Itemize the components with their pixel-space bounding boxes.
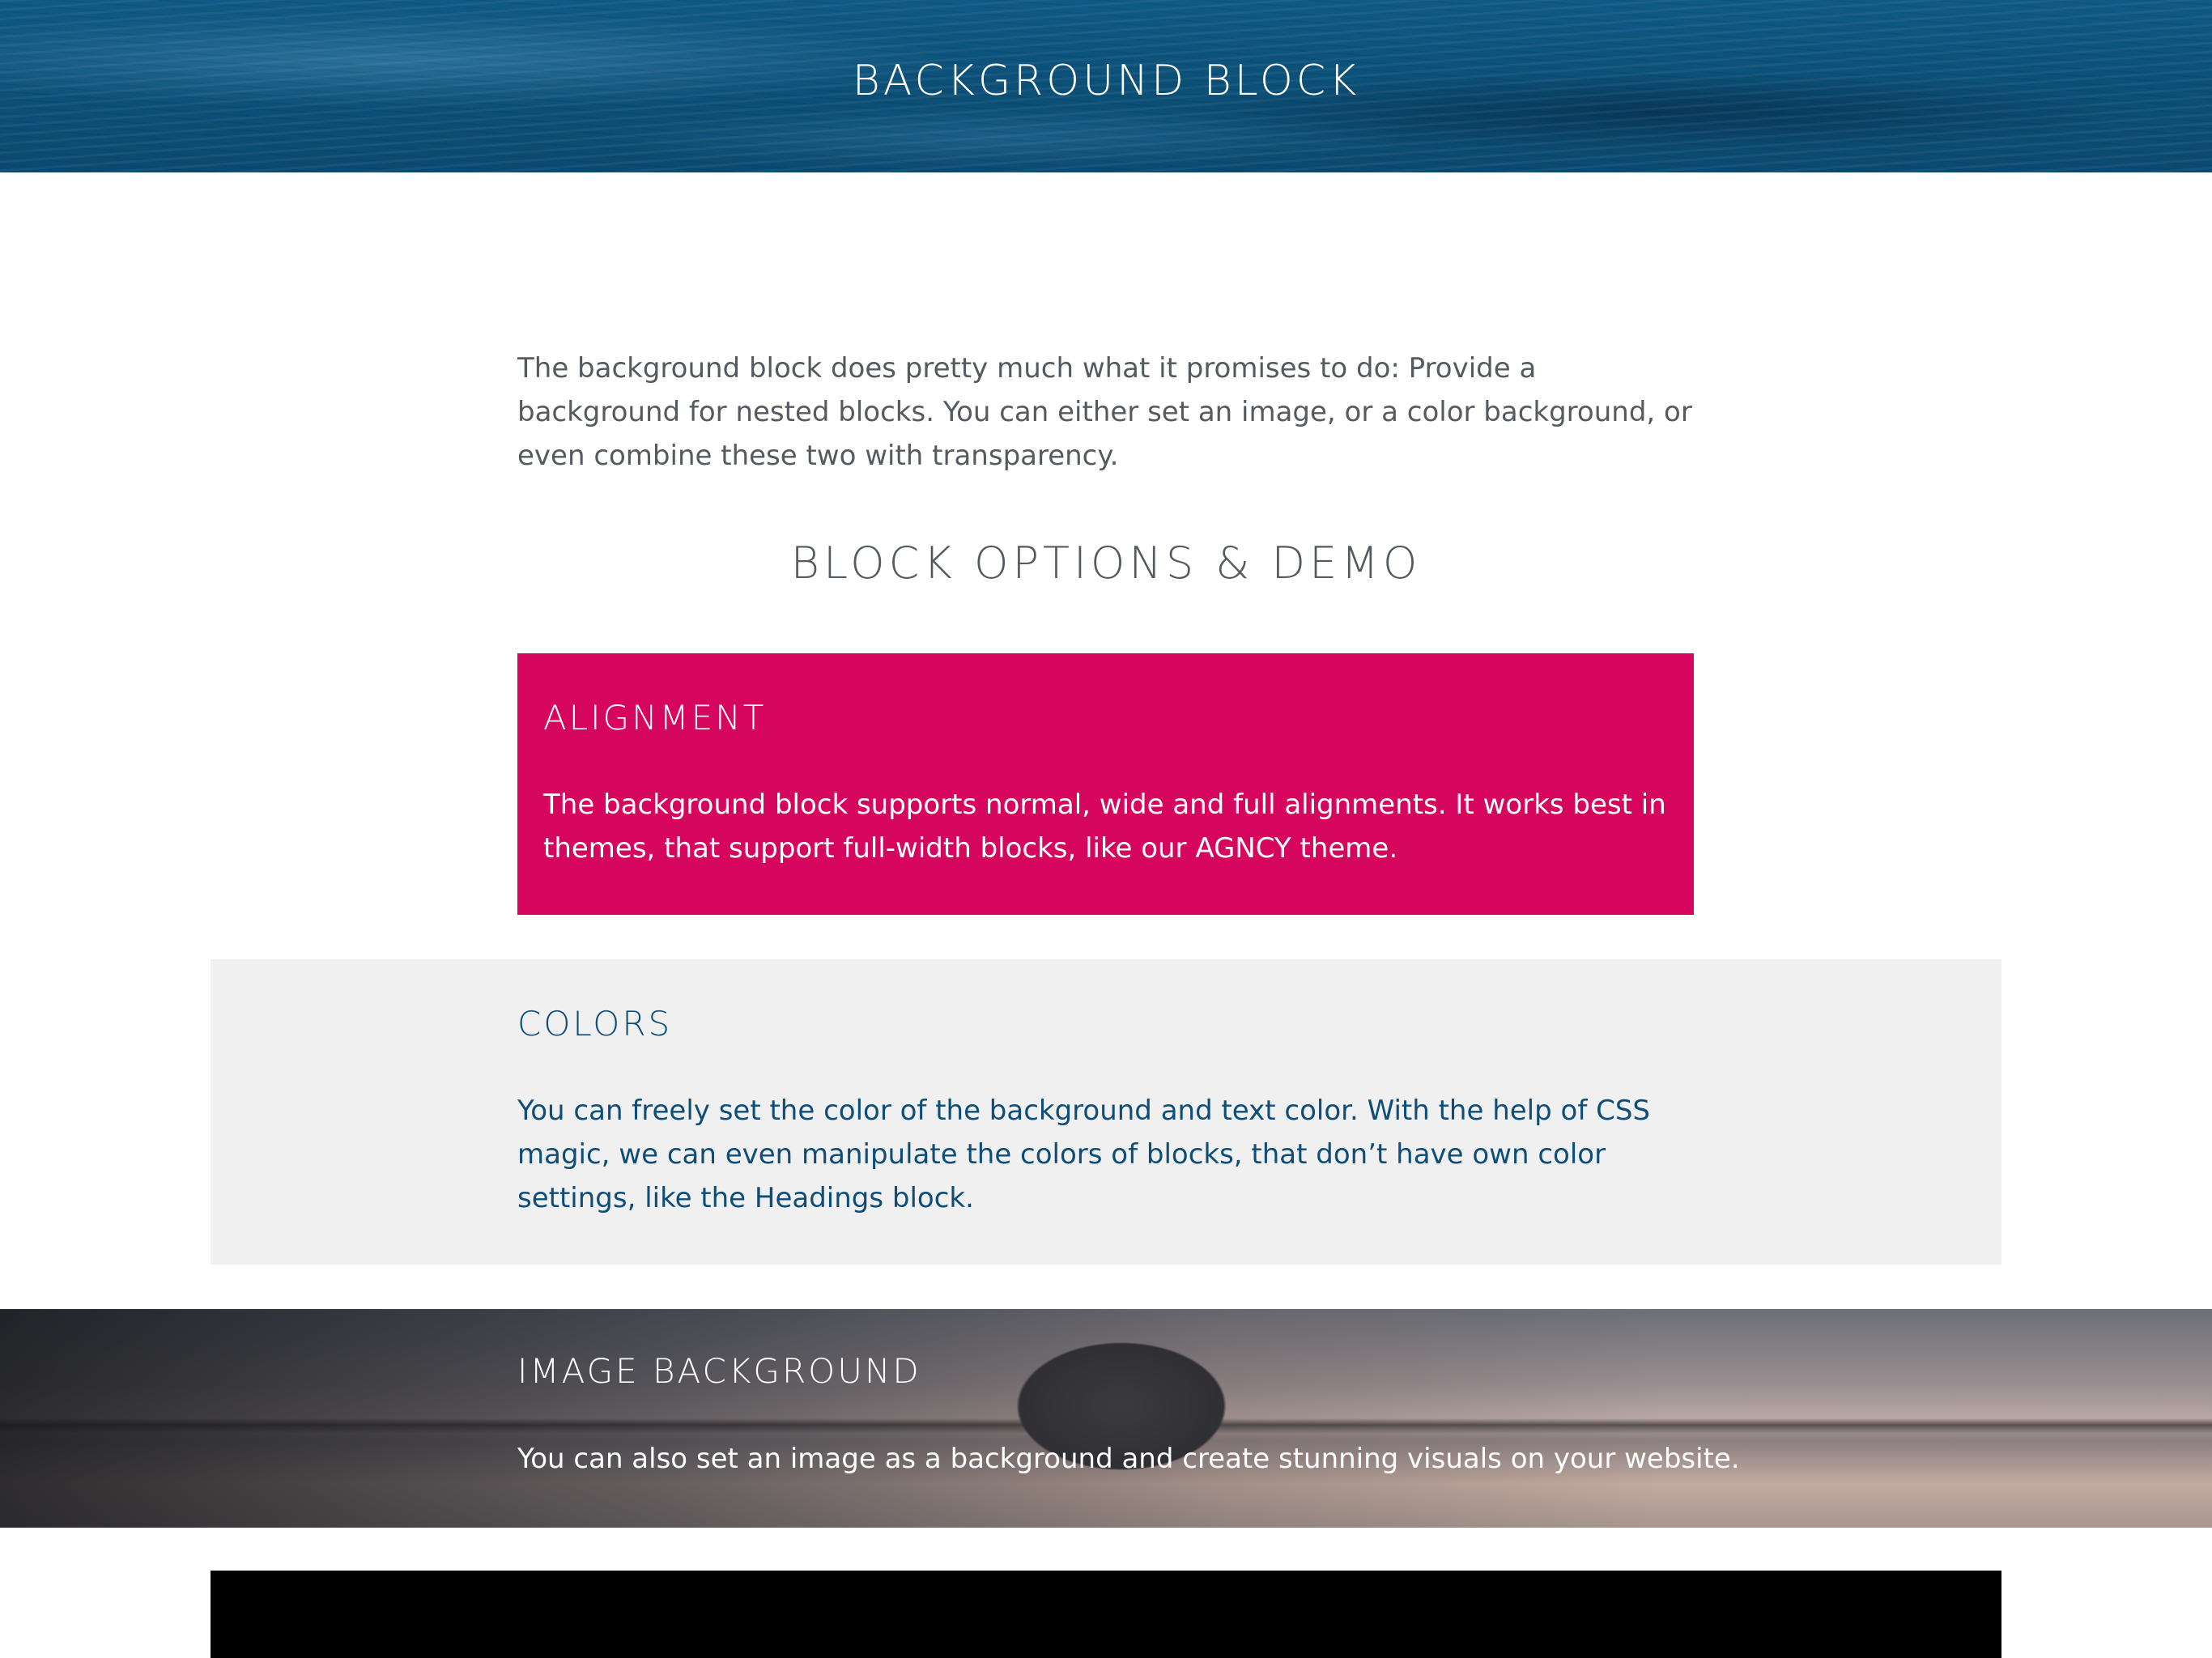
intro-paragraph: The background block does pretty much wh… [517, 352, 1692, 472]
page-title: BACKGROUND BLOCK [852, 57, 1360, 105]
page: BACKGROUND BLOCK The background block do… [0, 0, 2212, 1658]
image-background-block: IMAGE BACKGROUND You can also set an ima… [0, 1309, 2212, 1528]
section-heading: BLOCK OPTIONS & DEMO [790, 538, 1422, 589]
alignment-text: The background block supports normal, wi… [543, 789, 1666, 865]
image-background-heading: IMAGE BACKGROUND [517, 1351, 921, 1391]
image-background-text: You can also set an image as a backgroun… [517, 1443, 1740, 1475]
colors-background-block: COLORS You can freely set the color of t… [211, 959, 2001, 1265]
alignment-background-block: ALIGNMENT The background block supports … [517, 653, 1694, 915]
colors-heading: COLORS [517, 1004, 673, 1044]
black-background-block [211, 1571, 2001, 1658]
alignment-heading: ALIGNMENT [543, 698, 767, 738]
page-header-banner: BACKGROUND BLOCK [0, 0, 2212, 172]
colors-text: You can freely set the color of the back… [517, 1095, 1650, 1214]
